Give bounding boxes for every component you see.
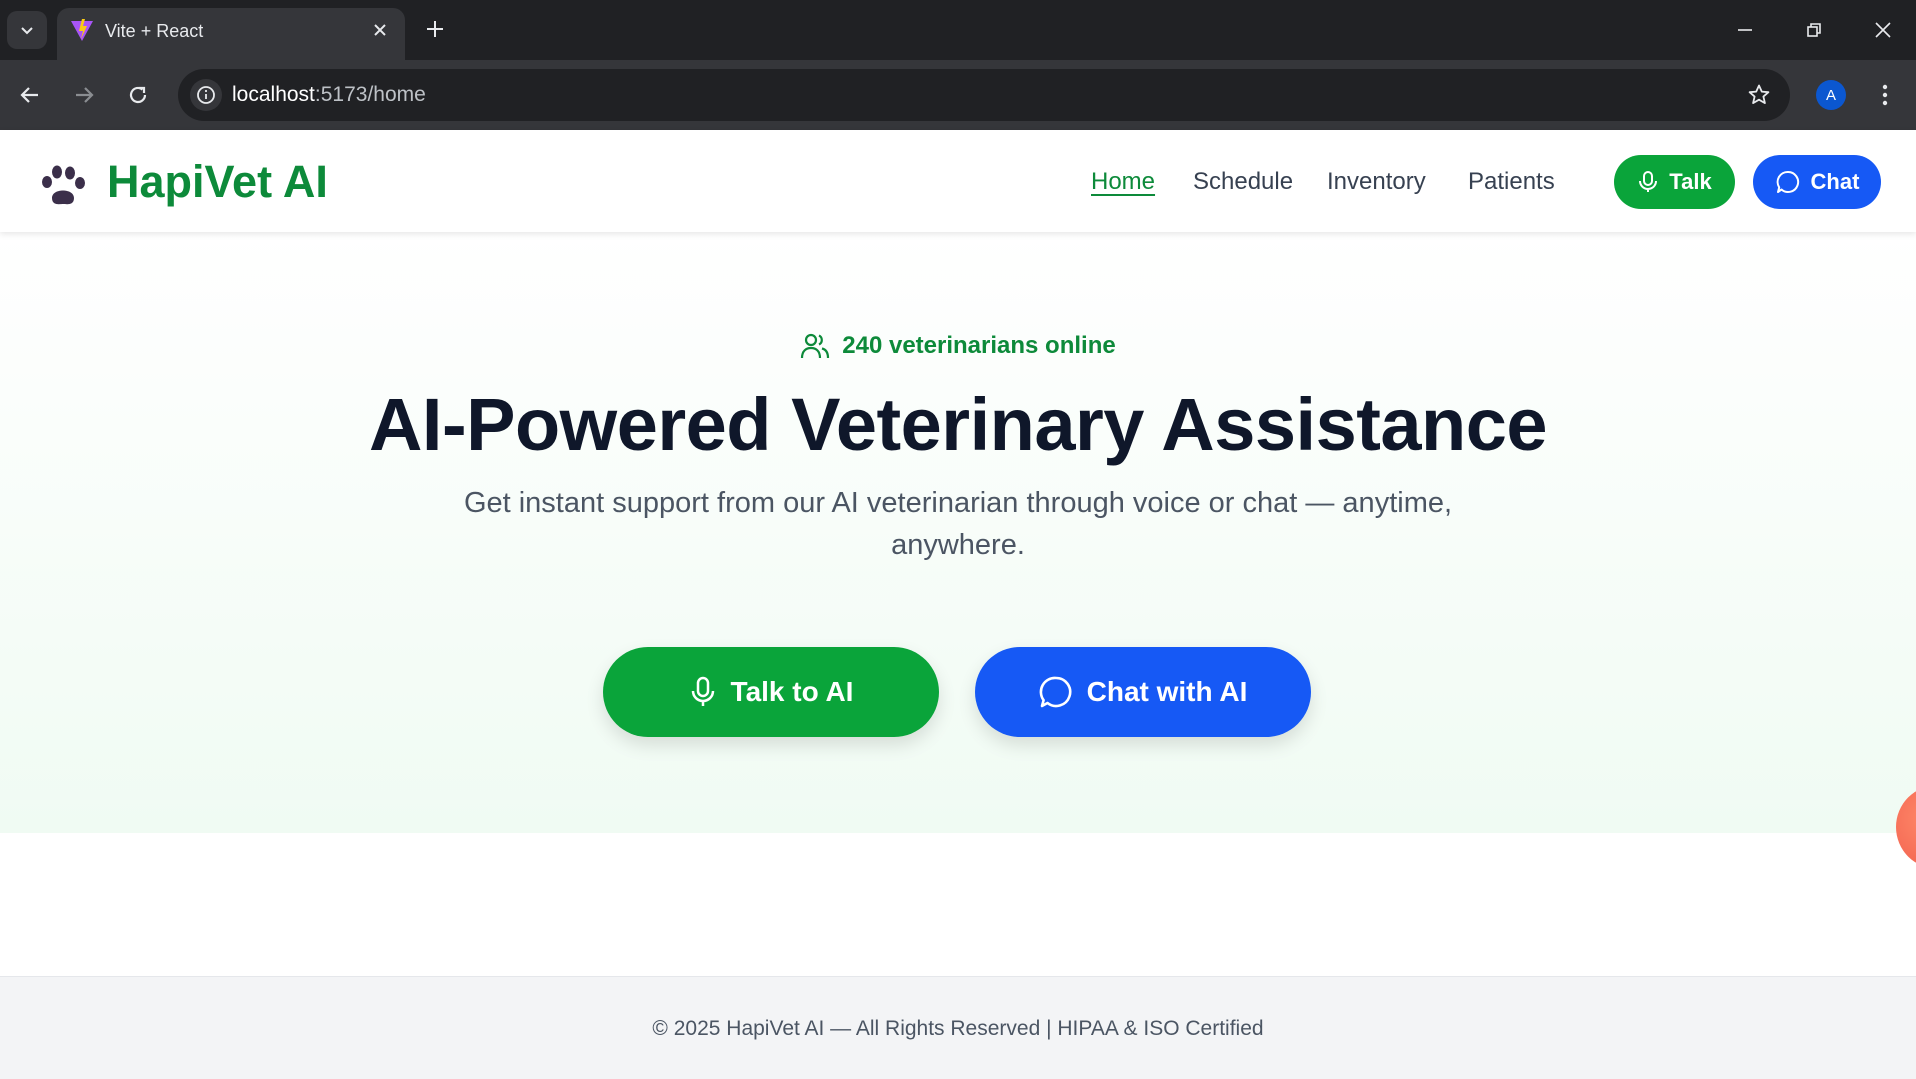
footer: © 2025 HapiVet AI — All Rights Reserved … (0, 976, 1916, 1079)
browser-tab[interactable]: Vite + React (57, 8, 405, 60)
chat-bubble-icon (1776, 170, 1799, 193)
back-button[interactable] (12, 77, 48, 113)
browser-tab-bar: Vite + React (0, 0, 1916, 60)
footer-copyright: © 2025 HapiVet AI — All Rights Reserved … (652, 1017, 1264, 1040)
nav-link-home[interactable]: Home (1091, 168, 1155, 196)
url-host: localhost (232, 83, 315, 106)
close-icon (1875, 22, 1891, 38)
tab-close-button[interactable] (368, 18, 392, 42)
header-chat-button[interactable]: Chat (1753, 155, 1881, 209)
tab-search-button[interactable] (7, 11, 47, 49)
tab-title: Vite + React (105, 21, 204, 41)
site-info-button[interactable] (190, 79, 222, 111)
nav-link-inventory[interactable]: Inventory (1327, 168, 1426, 196)
header-talk-button[interactable]: Talk (1614, 155, 1735, 209)
restore-icon (1807, 23, 1821, 37)
browser-toolbar: localhost:5173/home A (0, 60, 1916, 130)
more-vert-icon (1882, 84, 1888, 106)
online-status: 240 veterinarians online (0, 332, 1916, 360)
microphone-icon (1639, 171, 1658, 192)
chat-with-ai-button[interactable]: Chat with AI (975, 647, 1311, 737)
close-icon (374, 24, 386, 36)
chat-bubble-icon (1039, 676, 1072, 708)
forward-button[interactable] (66, 77, 102, 113)
close-window-button[interactable] (1863, 10, 1903, 50)
chat-with-ai-label: Chat with AI (1086, 676, 1248, 707)
reload-icon (129, 86, 147, 104)
arrow-right-icon (76, 87, 94, 103)
talk-to-ai-button[interactable]: Talk to AI (603, 647, 939, 737)
online-count-text: 240 veterinarians online (842, 332, 1116, 359)
minimize-button[interactable] (1725, 10, 1765, 50)
new-tab-button[interactable] (420, 14, 450, 44)
microphone-icon (691, 676, 714, 706)
talk-to-ai-label: Talk to AI (730, 676, 854, 707)
hero-subtext: Get instant support from our AI veterina… (463, 487, 1453, 561)
paw-icon (42, 165, 85, 205)
url-path: :5173/home (314, 83, 426, 106)
address-bar[interactable]: localhost:5173/home (178, 69, 1790, 121)
nav-link-schedule[interactable]: Schedule (1193, 168, 1293, 196)
hero-headline: AI-Powered Veterinary Assistance (368, 383, 1548, 466)
users-icon (801, 333, 830, 359)
header-talk-label: Talk (1669, 169, 1712, 194)
brand-title[interactable]: HapiVet AI (107, 156, 328, 208)
browser-menu-button[interactable] (1870, 77, 1900, 113)
url-text[interactable]: localhost:5173/home (232, 83, 426, 107)
info-icon (197, 86, 215, 104)
star-icon (1748, 84, 1770, 104)
plus-icon (427, 21, 443, 37)
reload-button[interactable] (120, 77, 156, 113)
restore-button[interactable] (1794, 10, 1834, 50)
minimize-icon (1738, 29, 1752, 31)
arrow-left-icon (20, 87, 38, 103)
profile-avatar[interactable]: A (1816, 80, 1846, 110)
vite-logo-icon (71, 19, 93, 41)
chevron-down-icon (21, 27, 33, 35)
nav-link-patients[interactable]: Patients (1468, 168, 1555, 196)
header-chat-label: Chat (1810, 169, 1860, 194)
bookmark-button[interactable] (1746, 82, 1772, 108)
hero-section: 240 veterinarians online AI-Powered Vete… (0, 232, 1916, 833)
app-header: HapiVet AI Home Schedule Inventory Patie… (0, 130, 1916, 232)
